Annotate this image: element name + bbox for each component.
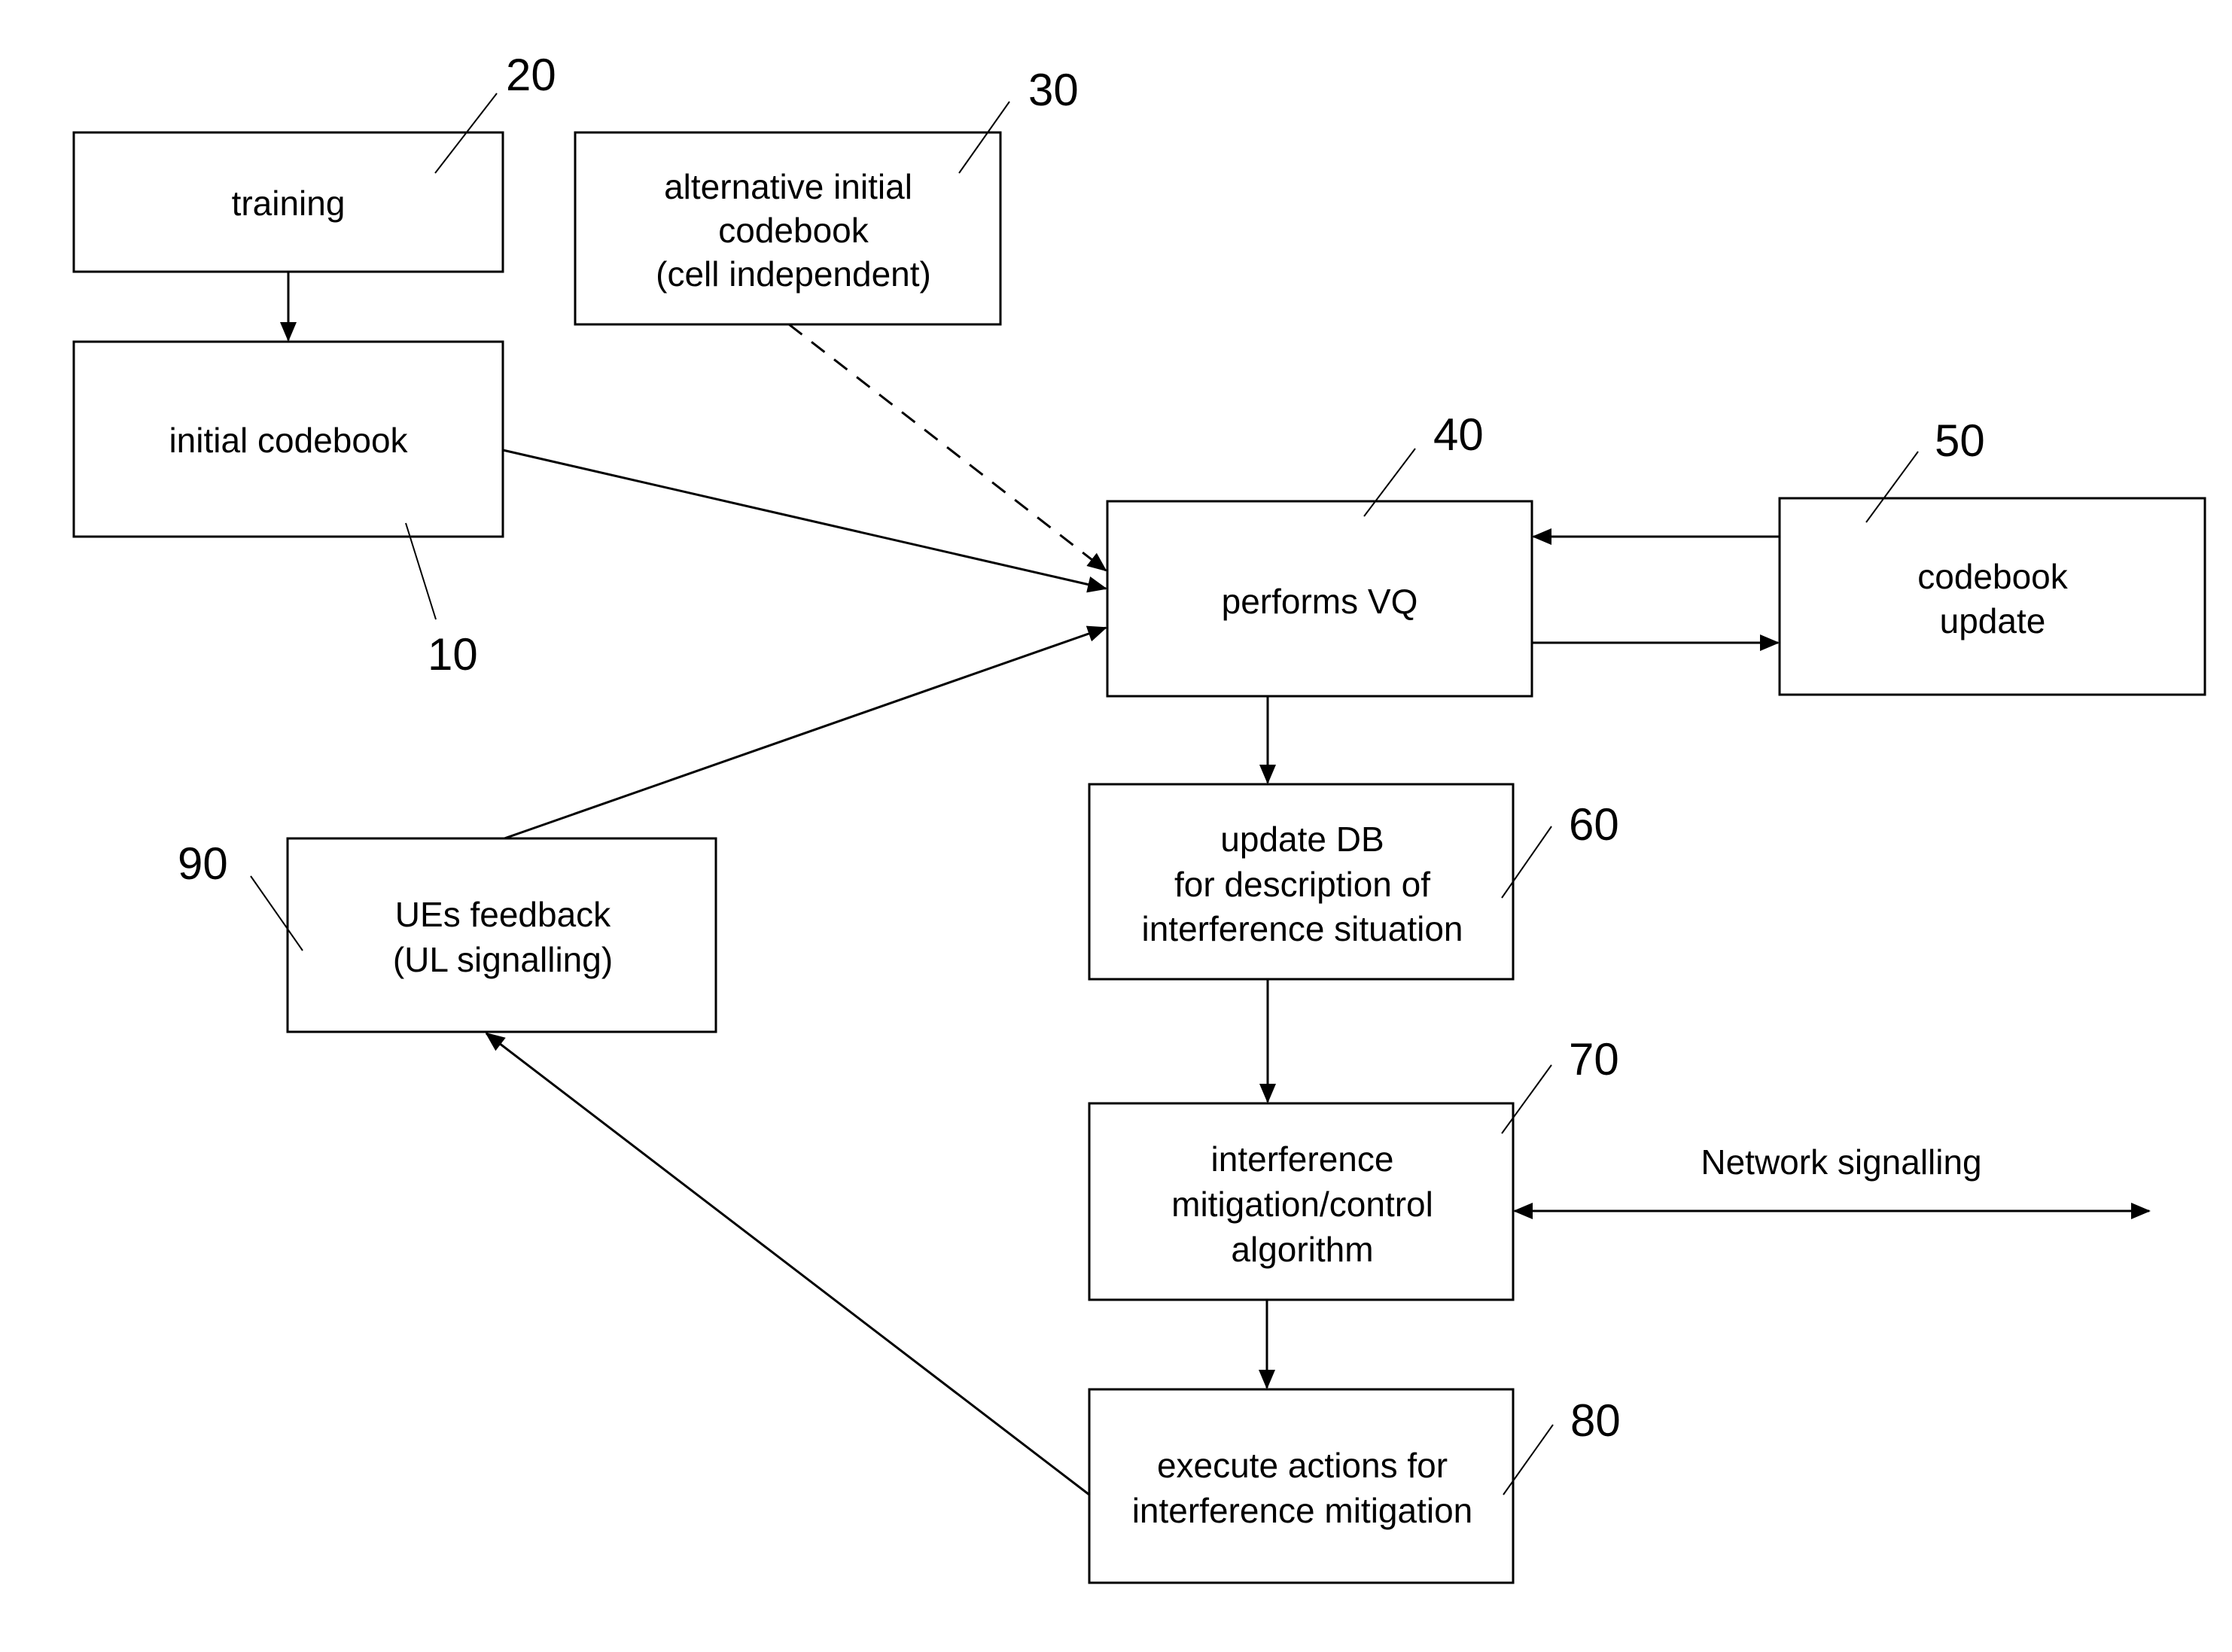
ref-numeral-70: 70 [1569,1034,1619,1085]
block-ues-feedback: UEs feedback (UL signalling) [286,837,717,1033]
block-performs-vq: performs VQ [1106,500,1533,698]
block-execute-actions-line-1: execute actions for [1157,1446,1448,1485]
edge-alt-codebook-to-vq-dashed [788,323,1107,572]
edge-execute-to-ues-feedback [485,1032,1090,1496]
block-execute-actions: execute actions for interference mitigat… [1088,1388,1515,1584]
block-ues-feedback-line-1: UEs feedback [395,895,611,934]
block-execute-actions-line-2: interference mitigation [1132,1491,1473,1530]
ref-numeral-60: 60 [1569,799,1619,850]
ref-numeral-10: 10 [428,629,478,680]
block-training: training [72,131,504,273]
block-initial-codebook: initial codebook [72,340,504,538]
block-update-db: update DB for description of interferenc… [1088,783,1515,981]
block-update-db-line-2: for description of [1174,865,1430,904]
ref-numeral-80: 80 [1570,1395,1621,1446]
block-alt-initial-codebook-line-3: (cell independent) [656,254,931,294]
block-performs-vq-label: performs VQ [1222,582,1418,621]
block-interference-algorithm-line-1: interference [1211,1139,1394,1179]
block-training-label: training [232,184,346,223]
block-update-db-line-3: interference situation [1141,909,1463,948]
ref-numeral-90: 90 [178,838,228,889]
leader-line-70 [1501,1064,1552,1134]
edge-initial-codebook-to-vq [502,449,1107,593]
flowchart-diagram: training initial codebook alternative in… [72,50,2206,1584]
edge-ues-feedback-to-vq [504,625,1107,840]
block-interference-algorithm: interference mitigation/control algorith… [1088,1102,1515,1301]
block-codebook-update-line-2: update [1940,601,2046,640]
ref-numeral-50: 50 [1935,415,1985,466]
block-alt-initial-codebook: alternative initial codebook (cell indep… [574,131,1002,326]
network-signalling-label: Network signalling [1701,1142,1981,1182]
block-codebook-update-line-1: codebook [1917,557,2068,596]
block-alt-initial-codebook-line-1: alternative initial [664,167,912,206]
ref-numeral-20: 20 [506,50,556,100]
block-update-db-line-1: update DB [1220,820,1384,859]
block-ues-feedback-line-2: (UL signalling) [393,940,613,979]
block-codebook-update: codebook update [1778,497,2206,696]
block-interference-algorithm-line-2: mitigation/control [1171,1185,1433,1224]
block-interference-algorithm-line-3: algorithm [1231,1230,1373,1269]
ref-numeral-30: 30 [1028,65,1079,115]
block-initial-codebook-label: initial codebook [169,421,408,460]
block-alt-initial-codebook-line-2: codebook [718,211,869,250]
ref-numeral-40: 40 [1433,409,1484,460]
